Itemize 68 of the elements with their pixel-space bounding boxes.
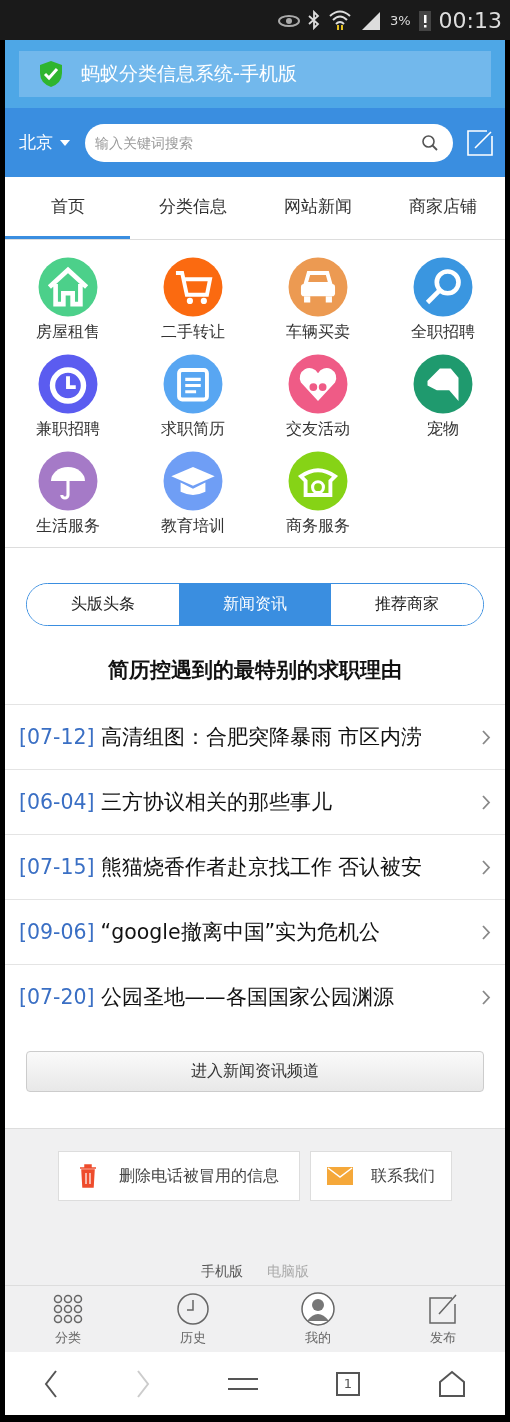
category-label[interactable]: 房屋租售	[35, 322, 100, 343]
chevron-right-icon	[482, 794, 491, 810]
news-title[interactable]: 三方协议相关的那些事儿	[100, 788, 476, 816]
news-title[interactable]: 公园圣地——各国国家公园渊源	[100, 983, 476, 1011]
news-channel-button[interactable]: 进入新闻资讯频道	[26, 1051, 484, 1092]
search-icon[interactable]	[421, 133, 439, 152]
chevron-right-icon	[482, 989, 491, 1005]
category-label[interactable]: 生活服务	[35, 516, 100, 537]
news-date: [06-04]	[19, 790, 95, 814]
category-icon[interactable]	[36, 450, 99, 512]
bottom-nav-item[interactable]: 我的	[255, 1286, 380, 1352]
category-icon[interactable]	[411, 256, 474, 318]
contact-button[interactable]: 联系我们	[310, 1151, 452, 1201]
news-title[interactable]: 熊猫烧香作者赴京找工作 否认被安	[100, 853, 476, 881]
menu-icon[interactable]	[228, 1376, 258, 1391]
category-icon[interactable]	[161, 256, 224, 318]
bluetooth-icon	[307, 10, 320, 30]
bottom-nav-item[interactable]: 历史	[130, 1286, 255, 1352]
envelope-icon	[327, 1167, 353, 1185]
home-icon[interactable]	[438, 1369, 466, 1398]
category-label[interactable]: 全职招聘	[410, 322, 475, 343]
page-title: 蚂蚁分类信息系统-手机版	[81, 61, 297, 86]
category-label[interactable]: 商务服务	[285, 516, 350, 537]
chevron-right-icon	[482, 924, 491, 940]
clock-time: 00:13	[438, 7, 502, 33]
search-field[interactable]: 输入关键词搜索	[85, 123, 453, 162]
chevron-right-icon	[482, 729, 491, 745]
category-label[interactable]: 兼职招聘	[35, 419, 100, 440]
back-icon[interactable]	[44, 1369, 58, 1398]
user-icon	[300, 1291, 335, 1326]
category-icon[interactable]	[36, 353, 99, 415]
nav-tab[interactable]: 网站新闻	[255, 177, 380, 239]
nav-tab[interactable]: 商家店铺	[380, 177, 505, 239]
version-link[interactable]: 手机版	[201, 1263, 243, 1285]
news-date: [07-15]	[19, 855, 95, 879]
bottom-nav-item[interactable]: 分类	[5, 1286, 130, 1352]
category-icon[interactable]	[161, 450, 224, 512]
nav-tab[interactable]: 首页	[5, 177, 130, 239]
news-title[interactable]: “google撤离中国”实为危机公	[100, 918, 476, 946]
news-title[interactable]: 高清组图：合肥突降暴雨 市区内涝	[100, 723, 476, 751]
category-label[interactable]: 车辆买卖	[285, 322, 350, 343]
chevron-right-icon	[482, 859, 491, 875]
caret-icon	[59, 138, 71, 147]
category-label[interactable]: 二手转让	[160, 322, 225, 343]
news-date: [07-12]	[19, 725, 95, 749]
battery-percent: 3%	[389, 12, 411, 28]
category-icon[interactable]	[161, 353, 224, 415]
shield-check-icon	[39, 60, 63, 88]
eye-icon	[277, 13, 300, 27]
edit-icon[interactable]	[467, 129, 493, 156]
category-icon[interactable]	[411, 353, 474, 415]
category-label[interactable]: 教育培训	[160, 516, 225, 537]
news-date: [09-06]	[19, 920, 95, 944]
tab-count-button[interactable]: 1	[336, 1371, 360, 1396]
category-label[interactable]: 宠物	[426, 419, 459, 440]
news-date: [07-20]	[19, 985, 95, 1009]
clock-icon	[175, 1291, 210, 1326]
bottom-nav-item[interactable]: 发布	[380, 1286, 505, 1352]
battery-icon	[418, 9, 431, 31]
headline[interactable]: 简历控遇到的最特别的求职理由	[5, 626, 505, 704]
trash-icon	[79, 1164, 97, 1188]
category-label[interactable]: 求职简历	[160, 419, 225, 440]
category-icon[interactable]	[286, 353, 349, 415]
nav-tab[interactable]: 分类信息	[130, 177, 255, 239]
wifi-icon	[327, 9, 352, 31]
delete-info-button[interactable]: 删除电话被冒用的信息	[58, 1151, 300, 1201]
category-icon[interactable]	[286, 256, 349, 318]
category-label[interactable]: 交友活动	[285, 419, 350, 440]
